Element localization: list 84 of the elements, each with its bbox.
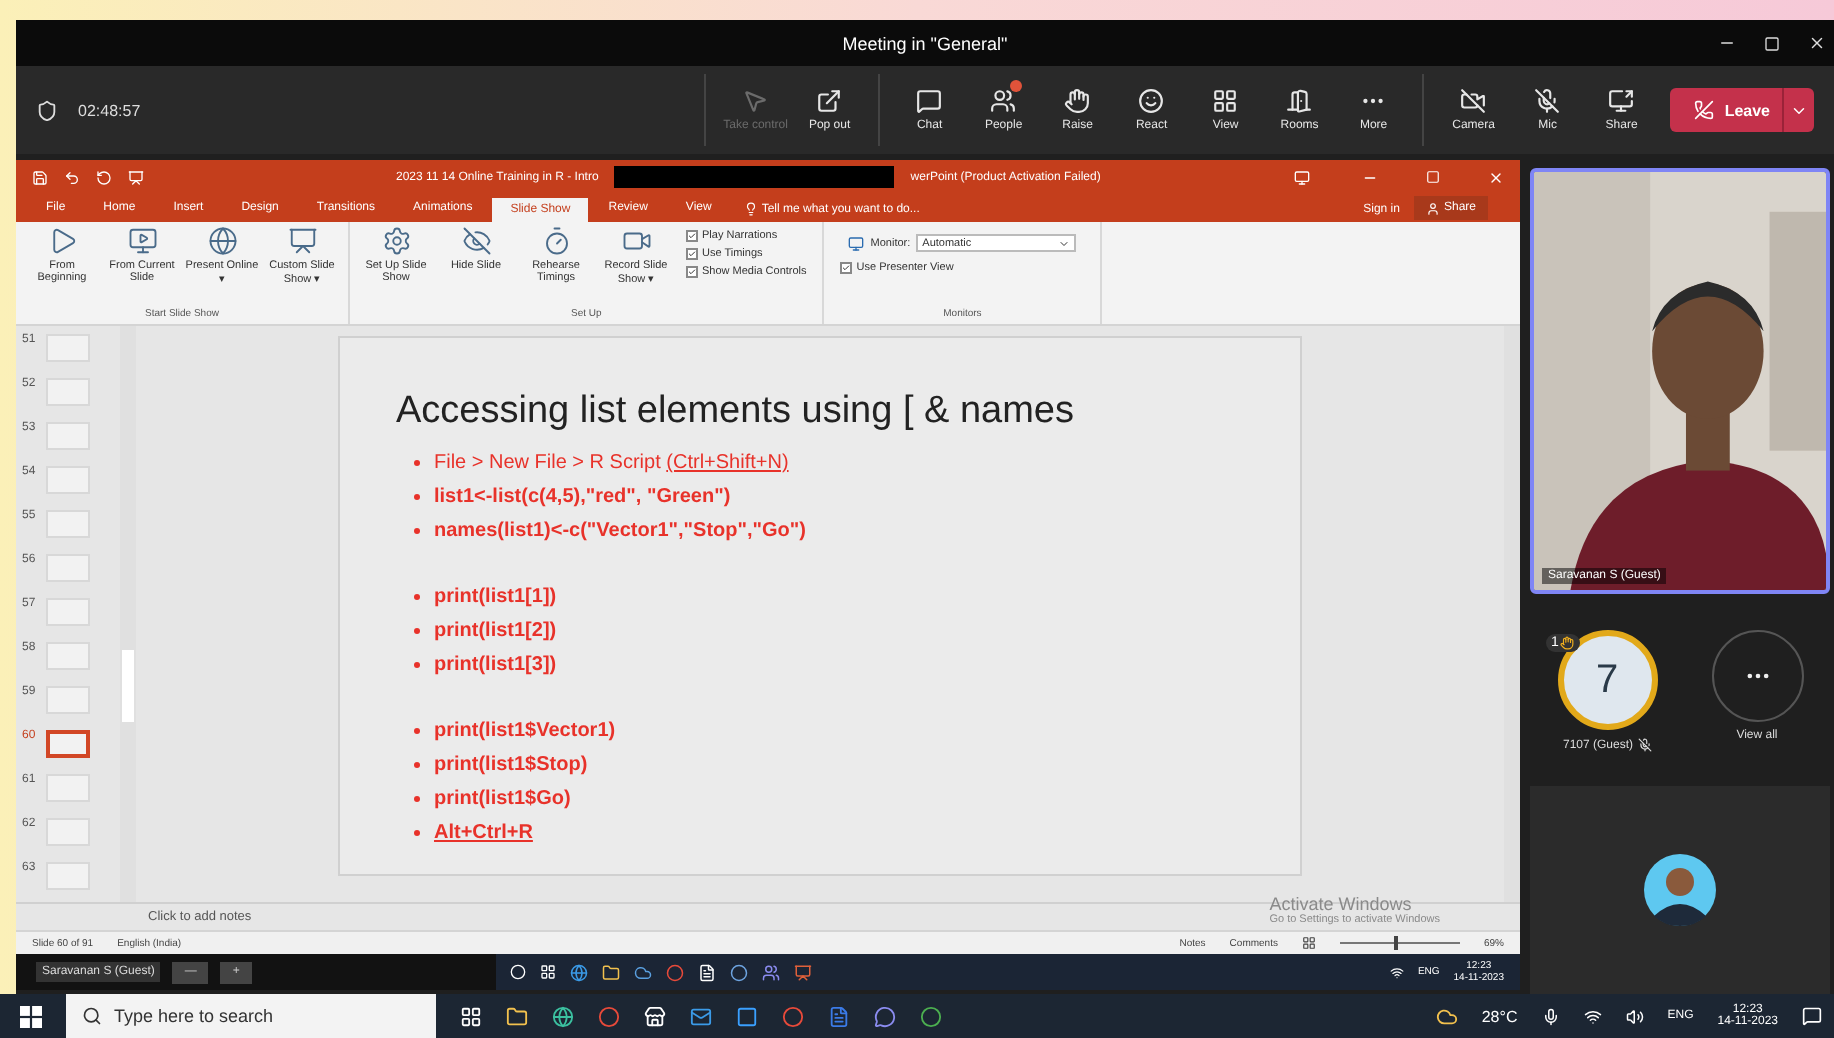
store-icon[interactable] [644,1005,666,1027]
browser-icon[interactable] [782,1005,804,1027]
bullet-text: print(list1[2]) [414,614,1300,648]
monitor-icon [848,235,865,251]
leave-button[interactable]: Leave [1670,88,1814,132]
checkbox[interactable] [686,248,698,260]
folder-icon[interactable] [506,1005,528,1027]
play-icon [47,226,77,256]
wifi-icon [1389,965,1404,979]
browser-icon[interactable] [920,1005,942,1027]
bullet-text: print(list1[1]) [414,580,1300,614]
presentation-icon[interactable] [128,169,144,185]
app-icon[interactable] [730,963,748,981]
caret-icon [1058,237,1071,249]
timer-icon [541,226,571,256]
weather-icon [1435,1005,1458,1027]
bullet-text: print(list1$Go) [414,782,1300,816]
bullet-text: print(list1[3]) [414,648,1300,682]
person-icon [1425,201,1440,215]
camera-off-icon [1460,88,1487,114]
browser-icon[interactable] [570,963,588,981]
gear-icon [381,226,411,256]
scrollbar[interactable] [120,326,136,902]
bullet-text: print(list1$Vector1) [414,714,1300,748]
close-icon[interactable] [1808,34,1826,52]
bullet-text: list1<-list(c(4,5),"red", "Green") [414,480,1300,514]
cloud-icon[interactable] [634,963,652,981]
weather-temperature: 28°C [1481,1007,1518,1025]
presentation-icon[interactable] [794,963,812,981]
display-options-icon[interactable] [1294,169,1310,185]
redo-icon[interactable] [96,169,112,185]
participant-avatar: 7 [1557,630,1657,730]
shield-icon [36,99,58,121]
browser-icon[interactable] [666,963,684,981]
bullet-text: File > New File > R Script (Ctrl+Shift+N) [414,446,1300,480]
meeting-timer: 02:48:57 [78,101,141,119]
pointer-icon [742,88,769,114]
monitor-play-icon [127,226,157,256]
window-title: Meeting in "General" [842,33,1008,53]
view-icon[interactable] [1301,936,1316,950]
zoom-thumb[interactable] [1393,936,1398,950]
search-icon [82,1006,102,1026]
search-field[interactable]: Type here to search [66,994,436,1038]
undo-icon[interactable] [64,169,80,185]
save-icon[interactable] [32,169,48,185]
slide-thumbnail[interactable] [46,730,90,758]
volume-icon [1625,1007,1644,1025]
mic-off-icon [1534,88,1561,114]
scrollbar[interactable] [1504,326,1520,902]
browser-icon[interactable] [552,1005,574,1027]
pop-out-icon [816,88,843,114]
chat-icon [916,88,943,114]
phone-icon [1694,100,1715,120]
bullet-text: names(list1)<-c("Vector1","Stop","Go") [414,514,1300,548]
people-icon[interactable] [762,963,780,981]
checkbox[interactable] [686,266,698,278]
task-view-icon[interactable] [460,1005,482,1027]
people-icon [990,88,1017,114]
share-screen-icon [1608,88,1635,114]
grid-icon [1212,88,1239,114]
smiley-icon [1138,88,1165,114]
mic-icon [1541,1007,1560,1025]
hand-icon [1064,88,1091,114]
slide-title: Accessing list elements using [ & names [396,390,1076,434]
checkbox[interactable] [840,262,853,274]
door-icon [1286,88,1313,114]
checkbox[interactable] [686,230,698,242]
globe-icon [207,226,237,256]
folder-icon[interactable] [602,963,620,981]
lightbulb-icon [743,202,758,216]
hidden-icon [461,226,491,256]
browser-icon[interactable] [598,1005,620,1027]
bullet-text: print(list1$Stop) [414,748,1300,782]
circle-icon[interactable] [510,964,526,980]
notifications-icon[interactable] [1802,1006,1822,1026]
maximize-icon[interactable] [1764,35,1780,51]
avatar [1644,854,1716,926]
app-icon[interactable] [736,1005,758,1027]
wifi-icon [1583,1007,1602,1025]
windows-icon[interactable] [20,1005,42,1027]
presentation-icon [287,226,317,256]
chat-app-icon[interactable] [874,1005,896,1027]
mail-icon[interactable] [690,1005,712,1027]
task-view-icon[interactable] [540,964,556,980]
